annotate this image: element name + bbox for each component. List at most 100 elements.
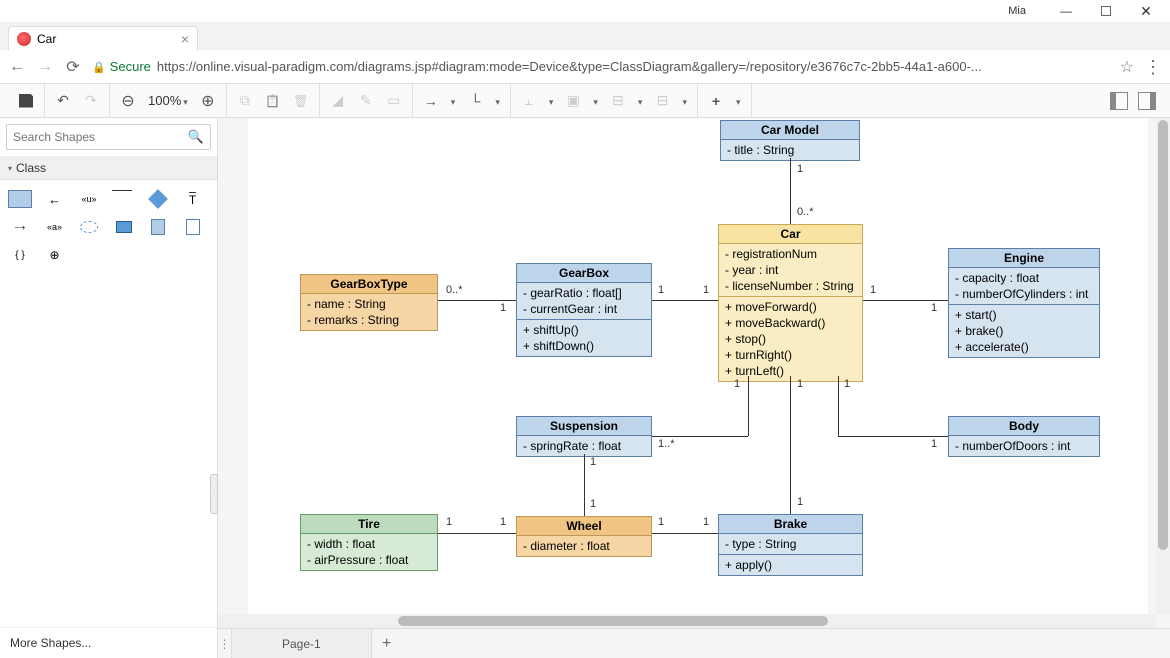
shape-nary-icon[interactable]: [43, 246, 67, 264]
connector: [652, 300, 718, 301]
search-icon[interactable]: 🔍: [188, 129, 204, 145]
shape-model-icon[interactable]: [146, 218, 170, 236]
multiplicity: 1: [931, 302, 937, 314]
paste-icon[interactable]: [265, 93, 281, 109]
toggle-right-panel-icon[interactable]: [1138, 92, 1156, 110]
uml-attr: - airPressure : float: [307, 552, 431, 568]
uml-op: + moveForward(): [725, 299, 856, 315]
back-button[interactable]: ←: [8, 58, 26, 76]
search-input[interactable]: [13, 130, 188, 144]
address-bar[interactable]: Secure https://online.visual-paradigm.co…: [92, 59, 1110, 74]
page-tab[interactable]: Page-1: [232, 629, 372, 658]
uml-attr: - year : int: [725, 262, 856, 278]
connector: [438, 300, 516, 301]
chevron-down-icon: [682, 92, 687, 110]
vertical-scrollbar[interactable]: [1156, 118, 1170, 614]
shape-constraint-icon[interactable]: [8, 246, 32, 264]
sidebar-collapse-handle[interactable]: ⫶: [210, 474, 218, 514]
uml-attr: - numberOfDoors : int: [955, 438, 1093, 454]
add-page-button[interactable]: +: [372, 629, 402, 658]
uml-class-brake[interactable]: Brake - type : String + apply(): [718, 514, 863, 576]
more-shapes-button[interactable]: More Shapes...: [0, 627, 217, 658]
multiplicity: 0..*: [446, 284, 463, 296]
uml-op: + start(): [955, 307, 1093, 323]
stroke-icon[interactable]: [358, 93, 374, 109]
distribute-icon[interactable]: [654, 93, 670, 109]
chevron-down-icon: [451, 92, 456, 110]
shape-class-icon[interactable]: [8, 190, 32, 208]
shape-diamond-icon[interactable]: [146, 190, 170, 208]
uml-class-carmodel[interactable]: Car Model - title : String: [720, 120, 860, 161]
connector: [790, 158, 791, 224]
scrollbar-thumb[interactable]: [398, 616, 828, 626]
bookmark-icon[interactable]: ☆: [1120, 57, 1134, 77]
uml-class-tire[interactable]: Tire - width : float - airPressure : flo…: [300, 514, 438, 571]
reload-button[interactable]: ⟳: [64, 58, 82, 76]
shape-package-icon[interactable]: [112, 218, 136, 236]
zoom-in-icon[interactable]: [200, 93, 216, 109]
multiplicity: 1: [797, 163, 803, 175]
uml-op: + stop(): [725, 331, 856, 347]
browser-tab[interactable]: Car ×: [8, 26, 198, 50]
uml-class-engine[interactable]: Engine - capacity : float - numberOfCyli…: [948, 248, 1100, 358]
multiplicity: 1: [797, 378, 803, 390]
save-icon[interactable]: [18, 93, 34, 109]
shape-note-icon[interactable]: [181, 218, 205, 236]
maximize-button[interactable]: [1101, 6, 1111, 16]
minimize-button[interactable]: [1046, 1, 1086, 21]
scrollbar-thumb[interactable]: [1158, 120, 1168, 550]
shape-generalization-icon[interactable]: [43, 190, 67, 208]
uml-class-gearboxtype[interactable]: GearBoxType - name : String - remarks : …: [300, 274, 438, 331]
toggle-left-panel-icon[interactable]: [1110, 92, 1128, 110]
browser-tabstrip: Car ×: [0, 22, 1170, 50]
horizontal-scrollbar[interactable]: [218, 614, 1156, 628]
menu-icon[interactable]: ⋮: [1144, 58, 1162, 76]
uml-class-gearbox[interactable]: GearBox - gearRatio : float[] - currentG…: [516, 263, 652, 357]
fill-icon[interactable]: [330, 93, 346, 109]
shape-collab-icon[interactable]: [77, 218, 101, 236]
add-icon[interactable]: [708, 93, 724, 109]
uml-class-name: Body: [949, 417, 1099, 436]
uml-op: + shiftDown(): [523, 338, 645, 354]
uml-class-suspension[interactable]: Suspension - springRate : float: [516, 416, 652, 457]
multiplicity: 1: [931, 438, 937, 450]
shape-interface-icon[interactable]: [181, 190, 205, 208]
app-toolbar: 100%: [0, 84, 1170, 118]
connector-style-icon[interactable]: [467, 93, 483, 109]
uml-attr: - type : String: [725, 536, 856, 552]
shape-usage-icon[interactable]: «u»: [77, 190, 101, 208]
close-tab-icon[interactable]: ×: [181, 31, 189, 47]
align-icon[interactable]: [521, 93, 537, 109]
forward-button[interactable]: →: [36, 58, 54, 76]
shape-abstraction-icon[interactable]: «a»: [43, 218, 67, 236]
connector: [790, 376, 791, 514]
uml-class-wheel[interactable]: Wheel - diameter : float: [516, 516, 652, 557]
uml-attr: - remarks : String: [307, 312, 431, 328]
shape-icon[interactable]: [386, 93, 402, 109]
delete-icon[interactable]: [293, 93, 309, 109]
zoom-level[interactable]: 100%: [148, 93, 188, 108]
lock-icon: [92, 59, 106, 74]
layer-icon[interactable]: [565, 93, 581, 109]
arrow-style-icon[interactable]: [423, 93, 439, 109]
uml-op: + shiftUp(): [523, 322, 645, 338]
multiplicity: 1: [500, 302, 506, 314]
canvas-wrapper: Car Model - title : String Car - registr…: [218, 118, 1170, 658]
panel-header-class[interactable]: Class: [0, 157, 217, 180]
close-window-button[interactable]: [1126, 1, 1166, 21]
uml-class-car[interactable]: Car - registrationNum - year : int - lic…: [718, 224, 863, 382]
shape-association-icon[interactable]: [112, 190, 132, 208]
copy-icon[interactable]: [237, 93, 253, 109]
diagram-canvas[interactable]: Car Model - title : String Car - registr…: [248, 118, 1148, 618]
shape-dep-icon[interactable]: ⤍: [8, 218, 32, 236]
uml-class-name: GearBoxType: [301, 275, 437, 294]
search-shapes-box: 🔍: [0, 118, 217, 157]
page-tab-bar: ⋮ Page-1 +: [218, 628, 1170, 658]
window-titlebar: Mia: [0, 0, 1170, 22]
page-tab-menu-icon[interactable]: ⋮: [218, 629, 232, 658]
redo-icon[interactable]: [83, 93, 99, 109]
uml-class-body[interactable]: Body - numberOfDoors : int: [948, 416, 1100, 457]
group-icon[interactable]: [610, 93, 626, 109]
undo-icon[interactable]: [55, 93, 71, 109]
zoom-out-icon[interactable]: [120, 93, 136, 109]
